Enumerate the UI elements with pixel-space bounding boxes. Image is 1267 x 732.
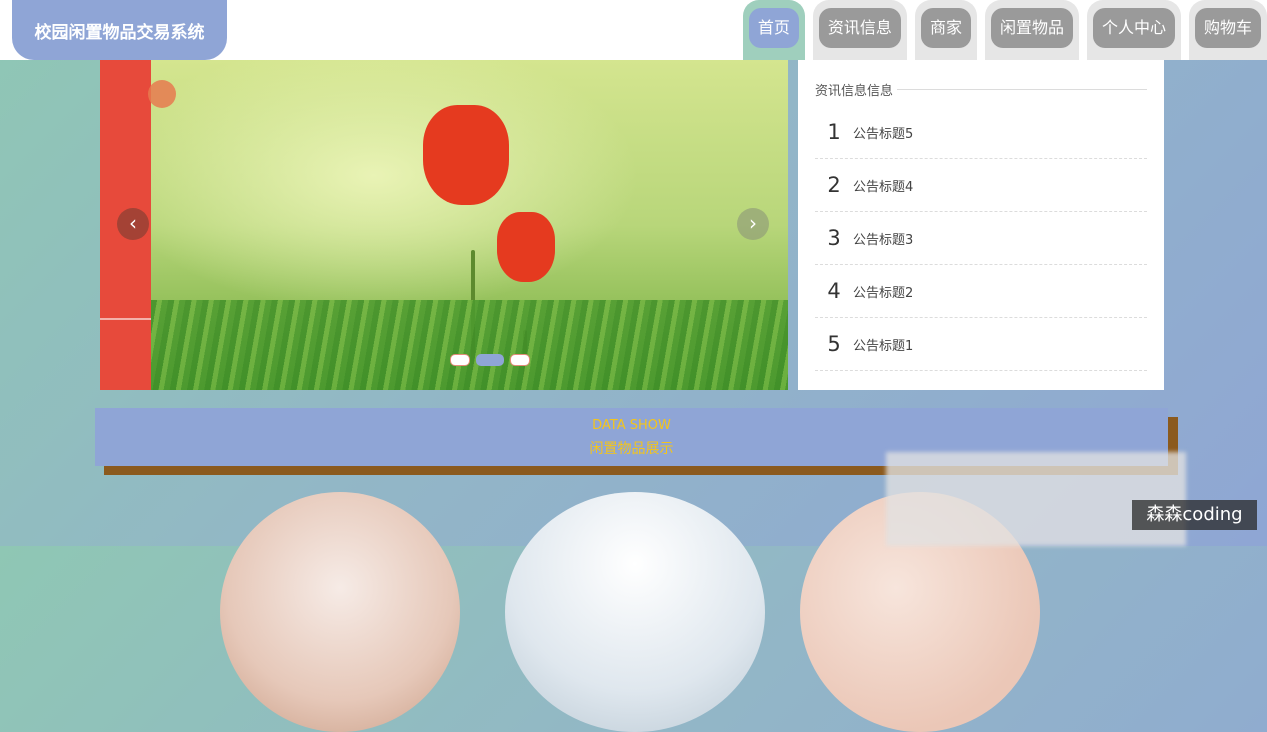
news-item-title[interactable]: 公告标题4 xyxy=(853,176,913,195)
news-item-number: 4 xyxy=(827,279,841,303)
nav-profile-label: 个人中心 xyxy=(1092,8,1175,48)
chevron-left-icon[interactable]: ‹ xyxy=(117,208,149,240)
banner-image-tulips xyxy=(151,60,788,390)
news-item-number: 1 xyxy=(827,120,841,144)
tulip-flower xyxy=(423,105,509,205)
top-header: 校园闲置物品交易系统 首页 资讯信息 商家 闲置物品 个人中心 购物车 xyxy=(0,0,1267,60)
carousel-dot-active[interactable] xyxy=(476,354,504,366)
news-item-number: 3 xyxy=(827,226,841,250)
chevron-right-icon[interactable]: › xyxy=(737,208,769,240)
nav-idle-items[interactable]: 闲置物品 xyxy=(984,0,1079,60)
nav-news-label: 资讯信息 xyxy=(818,8,901,48)
news-item[interactable]: 5 公告标题1 xyxy=(815,318,1147,371)
news-item[interactable]: 4 公告标题2 xyxy=(815,265,1147,318)
tulip-flower xyxy=(497,212,555,282)
grass xyxy=(151,300,788,390)
nav-merchant-label: 商家 xyxy=(920,8,971,48)
product-image[interactable] xyxy=(220,492,460,732)
nav-idle-items-label: 闲置物品 xyxy=(990,8,1073,48)
news-item-title[interactable]: 公告标题1 xyxy=(853,335,913,354)
news-item[interactable]: 2 公告标题4 xyxy=(815,159,1147,212)
blurred-overlay xyxy=(886,452,1186,546)
nav-cart-label: 购物车 xyxy=(1194,8,1261,48)
nav-merchant[interactable]: 商家 xyxy=(914,0,977,60)
news-list: 1 公告标题5 2 公告标题4 3 公告标题3 4 公告标题2 5 公告标题1 xyxy=(815,106,1147,371)
nav-news[interactable]: 资讯信息 xyxy=(812,0,907,60)
product-image[interactable] xyxy=(505,492,765,732)
news-item-number: 2 xyxy=(827,173,841,197)
news-item[interactable]: 1 公告标题5 xyxy=(815,106,1147,159)
banner-carousel[interactable] xyxy=(100,60,788,390)
carousel-dots xyxy=(450,354,530,366)
carousel-dot[interactable] xyxy=(450,354,470,366)
carousel-dot[interactable] xyxy=(510,354,530,366)
news-panel-title: 资讯信息信息 xyxy=(815,80,898,99)
watermark: 森森coding xyxy=(1132,500,1257,530)
news-panel: 资讯信息信息 1 公告标题5 2 公告标题4 3 公告标题3 4 公告标题2 5… xyxy=(798,60,1164,390)
news-item[interactable]: 3 公告标题3 xyxy=(815,212,1147,265)
mouse-cursor-icon xyxy=(148,80,176,108)
nav-cart[interactable]: 购物车 xyxy=(1188,0,1267,60)
news-item-title[interactable]: 公告标题2 xyxy=(853,282,913,301)
news-item-title[interactable]: 公告标题5 xyxy=(853,123,913,142)
nav-home[interactable]: 首页 xyxy=(742,0,805,60)
section-title-en: DATA SHOW xyxy=(592,418,671,433)
main-nav: 首页 资讯信息 商家 闲置物品 个人中心 购物车 xyxy=(742,0,1267,60)
app-title: 校园闲置物品交易系统 xyxy=(12,0,227,60)
nav-profile[interactable]: 个人中心 xyxy=(1086,0,1181,60)
nav-home-label: 首页 xyxy=(748,8,799,48)
news-item-title[interactable]: 公告标题3 xyxy=(853,229,913,248)
news-item-number: 5 xyxy=(827,332,841,356)
